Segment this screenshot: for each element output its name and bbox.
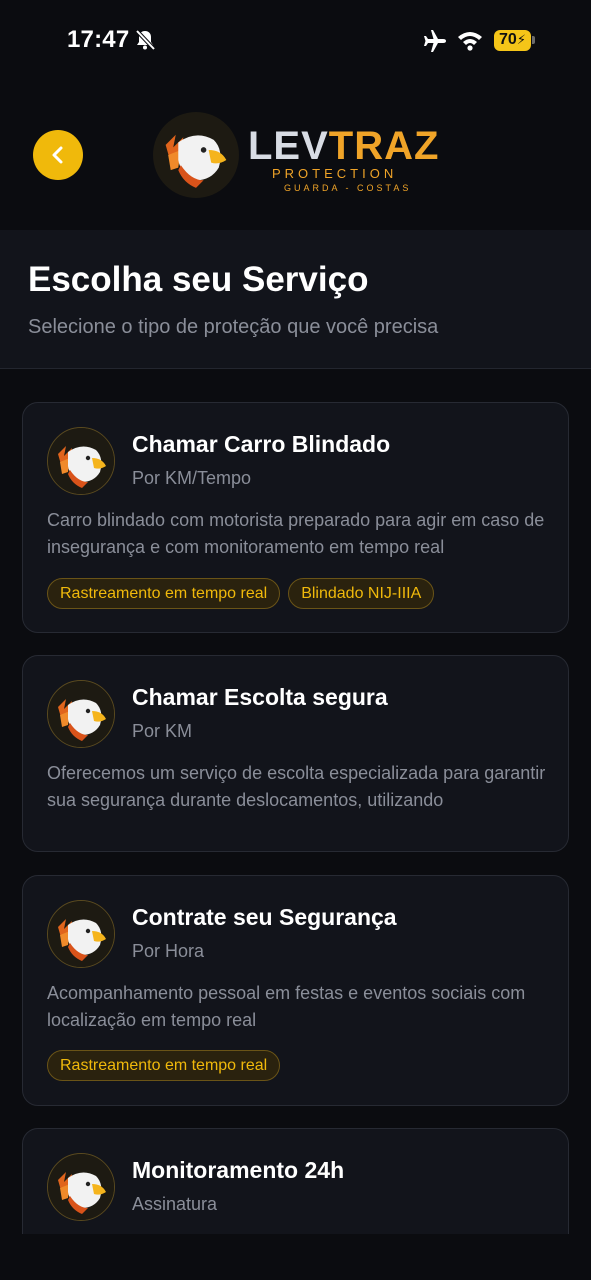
service-description: Acompanhamento pessoal em festas e event…	[47, 983, 526, 1030]
service-tags: Rastreamento em tempo real Blindado NIJ-…	[47, 578, 435, 609]
eagle-avatar-icon	[47, 1153, 115, 1221]
brand-logo: LEVTRAZ PROTECTION GUARDA - COSTAS	[146, 110, 446, 200]
eagle-avatar-icon	[47, 900, 115, 968]
service-title: Monitoramento 24h	[132, 1157, 345, 1183]
service-card-seguranca[interactable]: Contrate seu Segurança Por Hora Acompanh…	[22, 875, 569, 1106]
logo-tagline: PROTECTION	[272, 166, 398, 181]
status-time: 17:47	[67, 26, 130, 53]
page-title: Escolha seu Serviço	[28, 260, 369, 299]
status-bar: 17:47 70 ⚡	[0, 0, 591, 80]
tag-badge: Rastreamento em tempo real	[47, 578, 281, 609]
eagle-avatar-icon	[47, 680, 115, 748]
logo-wordmark: LEVTRAZ	[248, 124, 440, 168]
eagle-avatar-icon	[47, 427, 115, 495]
service-card-carro-blindado[interactable]: Chamar Carro Blindado Por KM/Tempo Carro…	[22, 402, 569, 633]
service-title: Chamar Escolta segura	[132, 684, 388, 710]
app-header: LEVTRAZ PROTECTION GUARDA - COSTAS	[0, 80, 591, 230]
service-title: Contrate seu Segurança	[132, 904, 397, 930]
service-pricing: Por KM	[132, 721, 193, 741]
battery-icon: 70 ⚡	[494, 29, 536, 51]
tag-badge: Rastreamento em tempo real	[47, 1050, 281, 1081]
back-button[interactable]	[33, 130, 83, 180]
battery-level: 70	[499, 31, 517, 48]
service-pricing: Por Hora	[132, 941, 205, 961]
service-pricing: Por KM/Tempo	[132, 468, 252, 488]
airplane-icon	[424, 30, 446, 52]
service-tags: Rastreamento em tempo real	[47, 1050, 281, 1081]
page-header: Escolha seu Serviço Selecione o tipo de …	[0, 230, 591, 369]
chevron-left-icon	[52, 146, 63, 164]
page-subtitle: Selecione o tipo de proteção que você pr…	[28, 316, 439, 338]
service-pricing: Assinatura	[132, 1194, 218, 1214]
service-description: Carro blindado com motorista preparado p…	[47, 510, 545, 557]
bell-slash-icon	[135, 29, 156, 51]
tag-badge: Blindado NIJ-IIIA	[288, 578, 435, 609]
service-description: Oferecemos um serviço de escolta especia…	[47, 763, 546, 810]
wifi-icon	[458, 32, 482, 51]
bottom-safe-area	[0, 1234, 591, 1280]
service-title: Chamar Carro Blindado	[132, 431, 391, 457]
logo-sub-tagline: GUARDA - COSTAS	[284, 183, 412, 193]
service-card-escolta-segura[interactable]: Chamar Escolta segura Por KM Oferecemos …	[22, 655, 569, 852]
eagle-logo-icon	[146, 112, 246, 198]
